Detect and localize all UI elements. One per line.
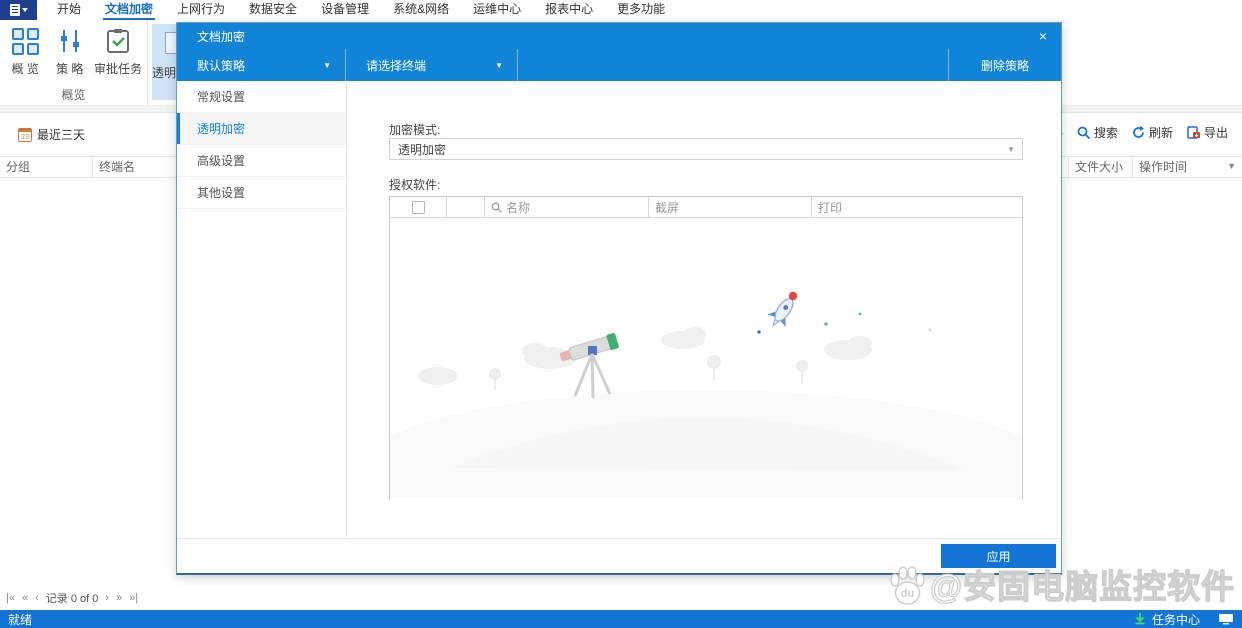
search-toolbar-button[interactable]: 搜索 bbox=[1077, 124, 1118, 141]
pagination: |« « ‹ 记录 0 of 0 › » »| bbox=[6, 590, 138, 606]
menu-item-report-center[interactable]: 报表中心 bbox=[533, 0, 605, 20]
export-toolbar-button[interactable]: 导出 bbox=[1187, 124, 1228, 141]
app-icon bbox=[9, 4, 20, 16]
column-header-name[interactable]: 名称 bbox=[484, 197, 648, 218]
policy-selector-dropdown[interactable]: 默认策略 ▼ bbox=[177, 49, 346, 81]
search-icon bbox=[1077, 126, 1090, 139]
chevron-down-icon: ▼ bbox=[1007, 144, 1015, 154]
menu-item-device-mgmt[interactable]: 设备管理 bbox=[309, 0, 381, 20]
dialog-title: 文档加密 bbox=[197, 29, 246, 44]
refresh-toolbar-button[interactable]: 刷新 bbox=[1132, 124, 1173, 141]
policy-selector-label: 默认策略 bbox=[197, 58, 246, 73]
overview-button-label: 概 览 bbox=[11, 62, 39, 76]
refresh-toolbar-label: 刷新 bbox=[1148, 126, 1173, 140]
delete-policy-label: 删除策略 bbox=[980, 58, 1029, 73]
page-fast-prev-button[interactable]: « bbox=[22, 592, 28, 604]
nav-item-advanced-settings[interactable]: 高级设置 bbox=[177, 145, 346, 177]
authorized-software-table: 名称 截屏 打印 bbox=[389, 196, 1023, 499]
software-table-empty-body bbox=[390, 218, 1022, 499]
page-fast-next-button[interactable]: » bbox=[116, 592, 122, 604]
menu-item-more[interactable]: 更多功能 bbox=[605, 0, 677, 20]
app-menu-button[interactable] bbox=[0, 0, 37, 20]
policy-button[interactable]: 策 略 bbox=[51, 24, 90, 82]
nav-item-transparent-encryption[interactable]: 透明加密 bbox=[177, 113, 346, 145]
menu-items: 开始 文档加密 上网行为 数据安全 设备管理 系统&网络 运维中心 报表中心 更… bbox=[45, 0, 677, 20]
column-header-screenshot-label: 截屏 bbox=[655, 200, 680, 215]
menu-item-start[interactable]: 开始 bbox=[45, 0, 93, 20]
export-toolbar-label: 导出 bbox=[1203, 126, 1228, 140]
clipboard-check-icon bbox=[107, 29, 129, 53]
monitor-icon[interactable] bbox=[1218, 613, 1234, 625]
search-icon bbox=[491, 202, 502, 213]
grid-icon bbox=[11, 27, 39, 55]
column-header-screenshot[interactable]: 截屏 bbox=[648, 197, 811, 218]
status-bar: 就绪 任务中心 bbox=[0, 610, 1242, 628]
ribbon-group-label: 概览 bbox=[61, 88, 86, 102]
page-next-button[interactable]: › bbox=[105, 592, 109, 604]
delete-policy-button[interactable]: 删除策略 bbox=[948, 49, 1061, 81]
menu-item-ops-center[interactable]: 运维中心 bbox=[461, 0, 533, 20]
chevron-down-icon bbox=[21, 8, 28, 12]
menu-item-web-behavior[interactable]: 上网行为 bbox=[165, 0, 237, 20]
approval-tasks-button-label: 审批任务 bbox=[94, 62, 143, 76]
menu-item-data-security[interactable]: 数据安全 bbox=[237, 0, 309, 20]
document-encryption-dialog: 文档加密 × 默认策略 ▼ 请选择终端 ▼ 删除策略 常规设置 透明加密 高级设… bbox=[176, 22, 1062, 575]
empty-state-illustration bbox=[390, 291, 1022, 499]
menu-bar: 开始 文档加密 上网行为 数据安全 设备管理 系统&网络 运维中心 报表中心 更… bbox=[0, 0, 1242, 20]
dialog-sidebar: 常规设置 透明加密 高级设置 其他设置 bbox=[177, 81, 347, 538]
policy-button-label: 策 略 bbox=[56, 62, 84, 76]
record-count-label: 记录 0 of 0 bbox=[45, 593, 99, 605]
task-center-button[interactable]: 任务中心 bbox=[1152, 611, 1200, 628]
encrypt-mode-label: 加密模式: bbox=[389, 123, 441, 137]
export-icon bbox=[1187, 126, 1200, 139]
column-header-print[interactable]: 打印 bbox=[811, 197, 1024, 218]
software-table-header: 名称 截屏 打印 bbox=[390, 197, 1022, 218]
ribbon-group-overview: 概 览 策 略 审批任务 概览 bbox=[0, 20, 148, 105]
encrypt-mode-value: 透明加密 bbox=[398, 142, 447, 157]
authorized-software-label: 授权软件: bbox=[389, 178, 441, 192]
terminal-selector-dropdown[interactable]: 请选择终端 ▼ bbox=[346, 49, 518, 81]
page-first-button[interactable]: |« bbox=[6, 592, 15, 604]
column-header-op-time[interactable]: 操作时间 bbox=[1132, 157, 1242, 179]
chevron-down-icon: ▼ bbox=[323, 60, 331, 70]
dialog-filter-bar: 默认策略 ▼ 请选择终端 ▼ 删除策略 bbox=[177, 49, 1061, 81]
column-header-group[interactable]: 分组 bbox=[0, 157, 92, 179]
encrypt-mode-select[interactable]: 透明加密 ▼ bbox=[389, 138, 1023, 160]
nav-item-general-settings[interactable]: 常规设置 bbox=[177, 81, 346, 113]
date-filter-button[interactable]: 23 最近三天 bbox=[18, 126, 85, 143]
refresh-icon bbox=[1133, 126, 1144, 138]
chevron-down-icon: ▼ bbox=[495, 60, 503, 70]
status-ready-label: 就绪 bbox=[8, 612, 33, 627]
terminal-selector-label: 请选择终端 bbox=[366, 58, 427, 73]
search-toolbar-label: 搜索 bbox=[1093, 126, 1118, 140]
empty-column-header bbox=[446, 197, 484, 218]
column-options-caret[interactable]: ▼ bbox=[1227, 161, 1236, 171]
approval-tasks-button[interactable]: 审批任务 bbox=[94, 24, 143, 82]
apply-button[interactable]: 应用 bbox=[941, 544, 1056, 568]
sliders-icon bbox=[60, 30, 79, 52]
dialog-footer: 应用 bbox=[177, 538, 1061, 573]
column-header-print-label: 打印 bbox=[818, 200, 843, 215]
column-header-file-size[interactable]: 文件大小 bbox=[1068, 157, 1132, 179]
dialog-title-bar: 文档加密 × bbox=[177, 23, 1061, 49]
date-filter-label: 最近三天 bbox=[37, 128, 86, 142]
dialog-body: 加密模式: 透明加密 ▼ 授权软件: 名称 截屏 打印 bbox=[347, 81, 1061, 538]
page-last-button[interactable]: »| bbox=[129, 592, 138, 604]
download-arrow-icon bbox=[1135, 613, 1145, 625]
menu-item-system-network[interactable]: 系统&网络 bbox=[381, 0, 461, 20]
close-icon[interactable]: × bbox=[1039, 29, 1047, 43]
overview-button[interactable]: 概 览 bbox=[6, 24, 45, 82]
nav-item-other-settings[interactable]: 其他设置 bbox=[177, 177, 346, 209]
column-header-name-label: 名称 bbox=[506, 200, 531, 215]
calendar-icon: 23 bbox=[18, 127, 32, 142]
select-all-checkbox[interactable] bbox=[411, 201, 425, 214]
menu-item-doc-encryption[interactable]: 文档加密 bbox=[93, 0, 165, 20]
select-all-cell bbox=[390, 197, 446, 218]
page-prev-button[interactable]: ‹ bbox=[35, 592, 39, 604]
